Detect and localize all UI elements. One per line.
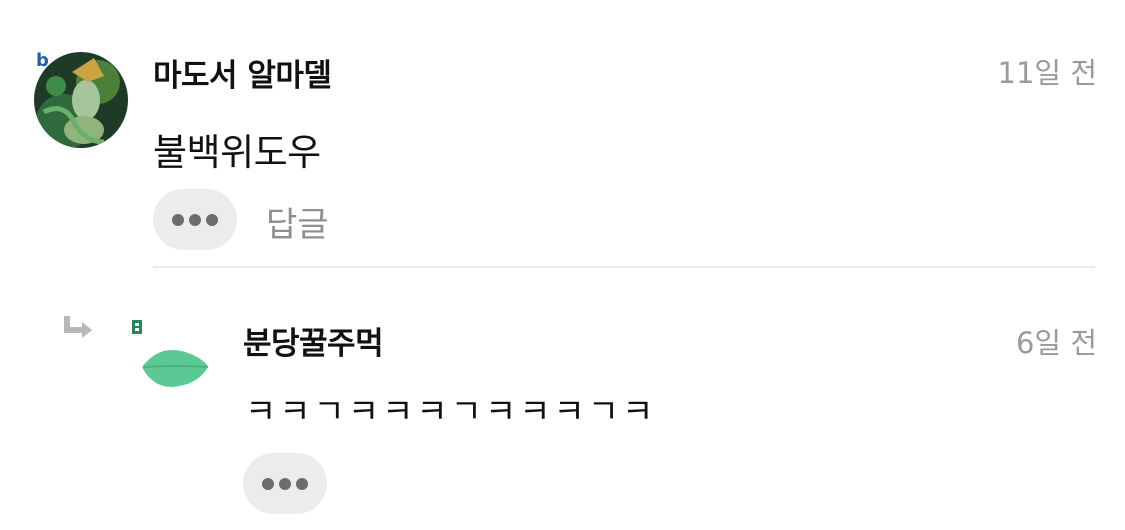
dot-icon	[296, 477, 308, 490]
comment-author[interactable]: 마도서 알마델	[153, 50, 332, 95]
dot-icon	[206, 213, 218, 226]
level-badge-icon	[132, 320, 142, 334]
dot-icon	[279, 477, 291, 490]
divider	[153, 266, 1095, 268]
dot-icon	[189, 213, 201, 226]
more-options-button[interactable]	[153, 189, 237, 250]
more-options-button[interactable]	[243, 453, 327, 514]
reply-button[interactable]: 답글	[266, 197, 329, 246]
b-badge-icon: b	[36, 50, 49, 71]
reply-arrow-icon	[64, 316, 92, 338]
comment-time: 11일 전	[997, 56, 1097, 90]
comment-text: 불백위도우	[153, 131, 321, 174]
dot-icon	[172, 213, 184, 226]
comment-time: 6일 전	[1015, 326, 1097, 360]
comment-text: ㅋㅋㄱㅋㅋㅋㄱㅋㅋㅋㄱㅋ	[245, 392, 657, 432]
leaf-icon[interactable]	[138, 345, 210, 389]
comment-author[interactable]: 분당꿀주먹	[243, 318, 384, 363]
dot-icon	[262, 477, 274, 490]
